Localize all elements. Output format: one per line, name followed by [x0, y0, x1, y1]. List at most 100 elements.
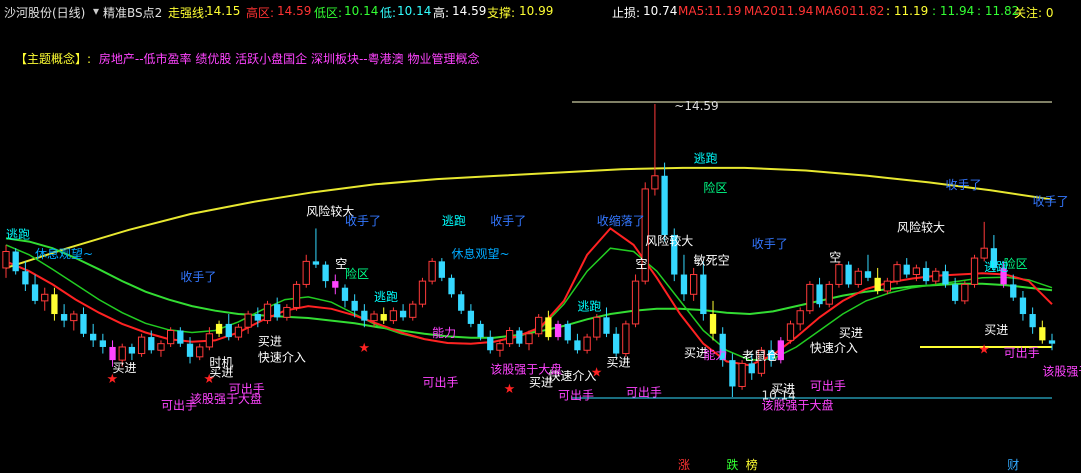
candle-body — [1048, 340, 1056, 344]
candle-body — [564, 323, 571, 341]
candle-body — [593, 316, 601, 338]
signal-label: 风险较大 — [897, 220, 945, 235]
signal-label: 休息观望~ — [35, 246, 93, 261]
candle-body — [99, 340, 106, 347]
signal-label: 空 — [829, 250, 841, 264]
signal-label: 可出手 — [810, 379, 846, 393]
candle-body — [274, 304, 281, 318]
candle-body — [980, 247, 988, 259]
signal-label: 可出手 — [1004, 346, 1040, 360]
candle-body — [816, 284, 823, 305]
signal-label: 该股强于大盘 — [190, 391, 262, 406]
signal-label: 收缩落了 — [597, 213, 645, 228]
candle-body — [1039, 327, 1046, 341]
bottom-tag: 涨 — [678, 457, 690, 472]
candle-body — [487, 337, 494, 351]
candle-body — [302, 260, 310, 285]
signal-label: 该股强于大盘 — [1042, 363, 1081, 378]
candle-body — [389, 310, 398, 322]
signal-label: 时机 — [209, 356, 233, 370]
candle-body — [234, 326, 243, 338]
star-icon: ★ — [978, 343, 990, 358]
candle-body — [351, 300, 358, 311]
candle-body — [109, 346, 116, 361]
candle-body — [535, 316, 543, 335]
candle-body — [157, 343, 165, 351]
candle-body — [583, 336, 591, 351]
candle-body — [631, 280, 640, 325]
signal-label: 逃跑 — [6, 227, 30, 241]
signal-label: 风险较大 — [645, 233, 693, 248]
bottom-tag: 跌 — [726, 457, 738, 472]
candle-body — [361, 310, 368, 321]
candle-body — [399, 310, 407, 318]
candle-body — [525, 333, 533, 345]
signal-label: 收手了 — [490, 214, 526, 228]
candle-body — [196, 346, 204, 358]
candle-body — [554, 323, 562, 338]
candle-body — [680, 274, 688, 295]
candle-body — [1029, 314, 1036, 328]
candle-body — [961, 283, 969, 302]
candle-body — [477, 323, 484, 338]
bottom-tag: 榜 — [746, 457, 758, 472]
candle-body — [448, 277, 455, 295]
signal-label: 逃跑 — [442, 214, 466, 228]
candle-body — [786, 323, 795, 341]
signal-label: 收手了 — [1033, 194, 1069, 208]
candle-body — [505, 329, 514, 345]
candle-body — [80, 314, 87, 334]
candle-body — [864, 271, 872, 278]
signal-label: 逃跑 — [374, 290, 398, 304]
bottom-tag: 财 — [1007, 458, 1019, 472]
candle-body — [622, 323, 630, 355]
candle-body — [874, 277, 881, 291]
candle-body — [700, 274, 707, 315]
signal-label: ~14.59 — [674, 99, 718, 113]
candle-body — [942, 271, 949, 285]
signal-label: 逃跑 — [984, 260, 1008, 274]
signal-label: 收手了 — [180, 270, 216, 284]
signal-label: 休息观望~ — [452, 246, 510, 261]
signal-label: 可出手 — [558, 389, 594, 403]
candle-body — [690, 274, 698, 295]
signal-label: 可出手 — [422, 375, 458, 389]
candle-body — [748, 363, 755, 374]
candle-body — [651, 175, 659, 190]
candle-body — [806, 283, 814, 312]
candle-body — [177, 330, 184, 344]
candle-body — [12, 251, 19, 272]
candle-body — [496, 343, 504, 351]
candle-body — [60, 314, 68, 321]
candle-body — [825, 283, 833, 305]
candle-body — [118, 346, 126, 361]
signal-label: 险区 — [703, 180, 727, 195]
candle-body — [22, 271, 29, 285]
signal-label: 空 — [636, 257, 648, 271]
candle-body — [574, 340, 581, 351]
candle-body — [128, 346, 136, 354]
candle-body — [215, 323, 223, 334]
candle-body — [854, 270, 862, 285]
signal-label: 收手了 — [345, 214, 381, 228]
candle-body — [292, 283, 301, 308]
candle-body — [254, 314, 261, 321]
candle-body — [845, 264, 852, 285]
candle-body — [467, 310, 475, 324]
candle-body — [31, 284, 39, 301]
signal-label: 老鼠仓 — [742, 349, 778, 363]
candle-body — [225, 323, 232, 338]
signal-label: 买进 — [258, 335, 282, 349]
candlestick-chart[interactable]: ★ ★★★★★逃跑休息观望~收手了风险较大收手了 逃跑 收手了休息观望~收缩落了风险较… — [0, 0, 1081, 473]
signal-label: 能力 — [432, 326, 456, 340]
candle-body — [322, 264, 329, 282]
candle-body — [90, 333, 97, 341]
signal-label: 买进 — [113, 361, 137, 375]
candle-body — [903, 264, 910, 275]
candle-body — [932, 270, 940, 282]
candle-body — [428, 260, 436, 282]
candle-body — [603, 317, 610, 334]
signal-label: 10.14 — [761, 389, 795, 403]
candle-body — [883, 280, 891, 292]
signal-label: 收手了 — [752, 237, 788, 251]
